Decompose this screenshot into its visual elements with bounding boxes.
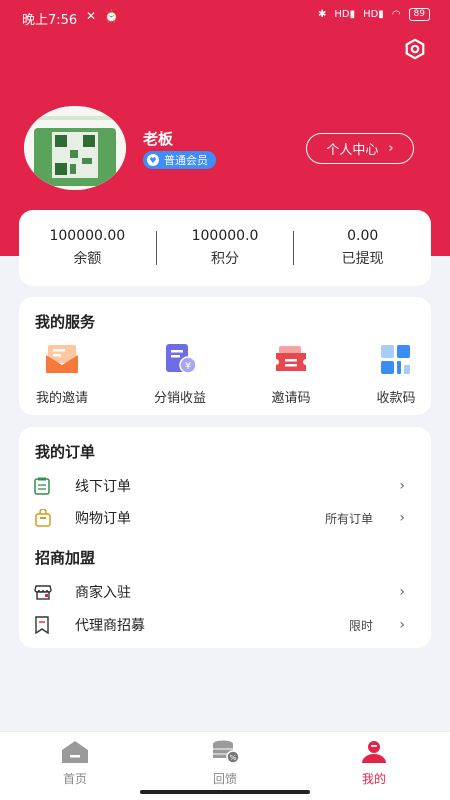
revenue-doc-icon: ¥ <box>166 344 197 374</box>
row-label: 商家入驻 <box>75 585 131 601</box>
home-icon <box>62 741 88 763</box>
stat-value: 100000.0 <box>191 228 259 244</box>
settings-icon[interactable] <box>404 38 426 60</box>
row-label: 线下订单 <box>75 479 131 495</box>
stat-label: 已提现 <box>341 251 384 267</box>
franchise-title: 招商加盟 <box>35 549 96 567</box>
stat-value: 0.00 <box>347 228 379 244</box>
services-card: 我的服务 我的邀请 ¥ 分销收益 邀请码 收款码 <box>19 297 431 415</box>
person-icon <box>362 741 386 763</box>
signal-icon-2: HD▮ <box>363 9 384 20</box>
nav-mine[interactable]: 我的 <box>329 740 419 787</box>
svg-text:¥: ¥ <box>185 361 191 372</box>
row-offline-orders[interactable]: 线下订单 › <box>19 471 431 501</box>
nav-rewards[interactable]: % 回馈 <box>180 740 270 787</box>
chevron-right-icon: › <box>399 617 405 633</box>
bookmark-icon <box>35 616 49 634</box>
stats-card: 100000.00 余额 100000.0 积分 0.00 已提现 <box>19 210 431 286</box>
status-time: 晚上7:56 <box>22 13 78 28</box>
username: 老板 <box>143 130 174 148</box>
coins-icon: % <box>213 740 240 764</box>
wifi-icon: ◠ <box>391 9 401 20</box>
nav-label: 回馈 <box>212 772 237 786</box>
invite-mail-icon <box>46 345 78 373</box>
status-bar: 晚上7:56 ✕ ⏰ ✱ HD▮ HD▮ ◠ 89 <box>0 0 450 34</box>
grid-qr-icon <box>381 345 410 374</box>
clipboard-icon <box>34 477 50 495</box>
chevron-right-icon: › <box>399 478 405 494</box>
nav-label: 我的 <box>361 772 386 786</box>
ticket-icon <box>276 346 306 371</box>
stat-withdrawn[interactable]: 0.00 已提现 <box>294 228 431 268</box>
nav-label: 首页 <box>62 772 87 786</box>
stat-label: 积分 <box>211 251 239 267</box>
personal-center-button[interactable]: 个人中心 › <box>306 133 414 164</box>
service-payment-code[interactable]: 收款码 <box>356 343 436 406</box>
stat-value: 100000.00 <box>49 228 126 244</box>
service-label: 收款码 <box>376 391 416 406</box>
limited-time-tag: 限时 <box>348 618 373 633</box>
service-label: 我的邀请 <box>35 391 88 406</box>
row-label: 代理商招募 <box>75 618 145 634</box>
home-indicator[interactable] <box>140 790 310 794</box>
avatar[interactable] <box>24 106 126 190</box>
bluetooth-icon: ✱ <box>317 9 327 20</box>
member-level: 普通会员 <box>164 154 208 167</box>
service-distribution-revenue[interactable]: ¥ 分销收益 <box>140 343 220 406</box>
member-badge: ♥ 普通会员 <box>143 151 216 169</box>
chevron-right-icon: › <box>388 141 394 156</box>
row-shopping-orders[interactable]: 购物订单 所有订单 › <box>19 503 431 533</box>
service-label: 分销收益 <box>153 391 206 406</box>
orders-card: 我的订单 线下订单 › 购物订单 所有订单 › 招商加盟 商家入驻 › 代理商招… <box>19 427 431 648</box>
store-icon <box>34 585 52 600</box>
row-agent-recruitment[interactable]: 代理商招募 限时 › <box>19 610 431 640</box>
avatar-qr-image <box>24 106 126 190</box>
battery-icon: 89 <box>408 8 430 21</box>
personal-center-label: 个人中心 <box>326 143 379 158</box>
service-my-invitations[interactable]: 我的邀请 <box>22 343 102 406</box>
row-label: 购物订单 <box>75 511 131 527</box>
heart-icon: ♥ <box>147 154 159 166</box>
row-merchant-onboarding[interactable]: 商家入驻 › <box>19 577 431 607</box>
stat-balance[interactable]: 100000.00 余额 <box>19 228 156 268</box>
chevron-right-icon: › <box>399 510 405 526</box>
nav-home[interactable]: 首页 <box>30 740 120 787</box>
alarm-icon: ⏰ <box>104 9 120 23</box>
service-label: 邀请码 <box>271 391 311 406</box>
notification-muted-icon: ✕ <box>86 9 97 23</box>
chevron-right-icon: › <box>399 584 405 600</box>
shopping-bag-icon <box>35 509 51 527</box>
services-title: 我的服务 <box>35 313 96 331</box>
stat-points[interactable]: 100000.0 积分 <box>157 228 294 268</box>
signal-icon: HD▮ <box>334 9 356 20</box>
service-invitation-code[interactable]: 邀请码 <box>251 343 331 406</box>
svg-text:%: % <box>230 754 237 762</box>
all-orders-link[interactable]: 所有订单 <box>325 510 373 527</box>
stat-label: 余额 <box>73 251 102 267</box>
orders-title: 我的订单 <box>35 443 96 461</box>
